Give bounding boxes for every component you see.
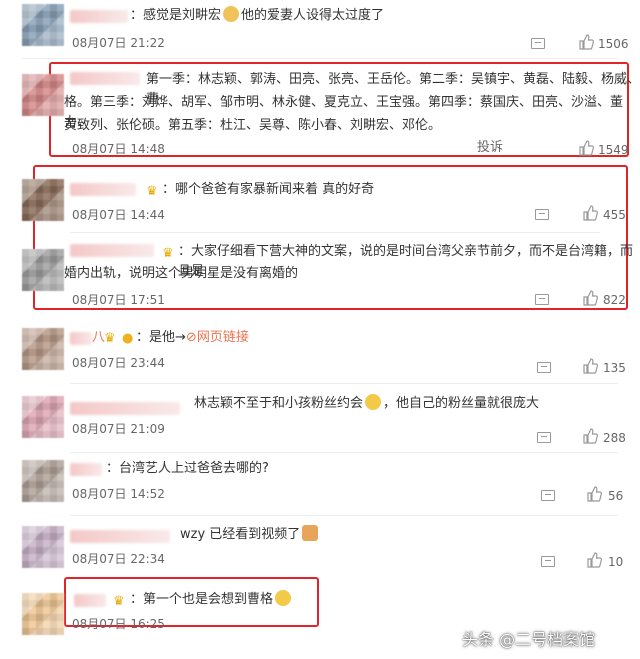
- username-blurred[interactable]: [70, 244, 154, 257]
- reply-icon[interactable]: [537, 362, 551, 373]
- divider: [70, 452, 618, 453]
- doge-emoji-icon: [223, 6, 240, 22]
- laugh-cry-emoji-icon: [365, 394, 382, 410]
- divider: [70, 232, 600, 233]
- username-blurred[interactable]: [70, 402, 180, 415]
- like-count: 455: [603, 208, 626, 222]
- comment-text: 林志颖不至于和小孩粉丝约会 ，他自己的粉丝量就很庞大: [194, 394, 540, 411]
- comment-text-line2: 婚内出轨，说明这个男明星是没有离婚的: [64, 266, 299, 281]
- comment-text: ：台湾艺人上过爸爸去哪的?: [106, 461, 269, 476]
- like-icon[interactable]: [586, 486, 602, 502]
- avatar[interactable]: [22, 74, 64, 116]
- reply-icon[interactable]: [535, 209, 549, 220]
- comment-7: ：台湾艺人上过爸爸去哪的? 08月07日 14:52 56: [0, 455, 640, 515]
- like-count: 10: [608, 555, 624, 569]
- avatar[interactable]: [22, 526, 64, 568]
- comment-5: 八 ♛ ● ：是他→⊘网页链接 08月07日 23:44 135: [0, 320, 640, 380]
- like-icon[interactable]: [586, 552, 602, 568]
- reply-icon[interactable]: [535, 294, 549, 305]
- comment-2: 第一季：林志颖、郭涛、田亮、张亮、王岳伦。第二季：吴镇宇、黄磊、陆毅、杨威、曹 …: [0, 62, 640, 157]
- comment-text: ：第一个也是会想到曹格: [130, 590, 293, 610]
- comment-text: ：哪个爸爸有家暴新闻来着 真的好奇: [162, 182, 375, 197]
- crown-badge-icon: ♛: [113, 594, 125, 609]
- username-blurred[interactable]: [70, 72, 140, 85]
- web-link[interactable]: 网页链接: [197, 330, 249, 345]
- username-blurred[interactable]: [70, 183, 136, 196]
- comment-date: 08月07日 14:52: [72, 487, 165, 501]
- comment-date: 08月07日 14:48: [72, 142, 165, 156]
- reply-icon[interactable]: [537, 432, 551, 443]
- username-blurred[interactable]: [70, 332, 92, 345]
- like-count: 288: [603, 431, 626, 445]
- comment-date: 08月07日 17:51: [72, 293, 165, 307]
- divider: [22, 58, 618, 59]
- crown-badge-icon: ♛: [162, 246, 174, 261]
- comment-date: 08月07日 21:22: [72, 36, 165, 50]
- avatar[interactable]: [22, 4, 64, 46]
- like-icon[interactable]: [582, 428, 598, 444]
- username-blurred[interactable]: [70, 530, 170, 543]
- username-blurred[interactable]: [74, 594, 106, 607]
- comment-date: 08月07日 22:34: [72, 552, 165, 566]
- like-icon[interactable]: [582, 205, 598, 221]
- comment-date: 08月07日 14:44: [72, 208, 165, 222]
- comment-3: ♛ ：哪个爸爸有家暴新闻来着 真的好奇 08月07日 14:44 455: [0, 165, 640, 230]
- avatar[interactable]: [22, 460, 64, 502]
- username-blurred[interactable]: [70, 10, 128, 23]
- divider: [70, 383, 618, 384]
- comment-text-line3: 黄致列、张伦硕。第五季：杜江、吴尊、陈小春、刘畊宏、邓伦。: [64, 118, 442, 133]
- like-count: 822: [603, 293, 626, 307]
- like-icon[interactable]: [578, 34, 594, 50]
- comment-date: 08月07日 21:09: [72, 422, 165, 436]
- like-count: 135: [603, 361, 626, 375]
- comment-1: ：感觉是刘畊宏 他的爱妻人设得太过度了 08月07日 21:22 1506: [0, 0, 640, 62]
- comment-date: 08月07日 16:25: [72, 617, 165, 631]
- comment-text: ：是他→⊘网页链接: [136, 330, 249, 345]
- username-blurred[interactable]: [70, 463, 102, 476]
- crown-badge-icon: ♛: [146, 184, 158, 199]
- avatar[interactable]: [22, 249, 64, 291]
- comment-text: ：感觉是刘畊宏 他的爱妻人设得太过度了: [130, 6, 385, 23]
- cat-emoji-icon: [302, 525, 319, 541]
- comment-4: ♛ ：大家仔细看下营大神的文案，说的是时间台湾父亲节前夕，而不是台湾籍，而且是 …: [0, 235, 640, 310]
- like-count: 56: [608, 489, 624, 503]
- link-icon: ⊘: [185, 330, 197, 345]
- comment-8: wzy 已经看到视频了 08月07日 22:34 10: [0, 518, 640, 578]
- watermark: 头条 @二号档案馆: [462, 630, 596, 649]
- avatar[interactable]: [22, 593, 64, 635]
- report-link[interactable]: 投诉: [477, 138, 503, 158]
- comment-6: 林志颖不至于和小孩粉丝约会 ，他自己的粉丝量就很庞大 08月07日 21:09 2…: [0, 388, 640, 448]
- vip-badge-icon: ♛: [104, 331, 116, 346]
- like-icon[interactable]: [578, 140, 594, 156]
- like-icon[interactable]: [582, 290, 598, 306]
- reply-icon[interactable]: [541, 556, 555, 567]
- reply-icon[interactable]: [531, 38, 545, 49]
- like-count: 1506: [598, 37, 629, 51]
- reply-icon[interactable]: [541, 490, 555, 501]
- like-count: 1549: [598, 143, 629, 157]
- level-badge-icon: ●: [122, 331, 134, 346]
- divider: [70, 515, 618, 516]
- smirk-emoji-icon: [275, 590, 292, 606]
- avatar[interactable]: [22, 396, 64, 438]
- avatar[interactable]: [22, 179, 64, 221]
- comment-text: wzy 已经看到视频了: [180, 525, 320, 545]
- avatar[interactable]: [22, 328, 64, 370]
- like-icon[interactable]: [582, 358, 598, 374]
- comment-date: 08月07日 23:44: [72, 356, 165, 370]
